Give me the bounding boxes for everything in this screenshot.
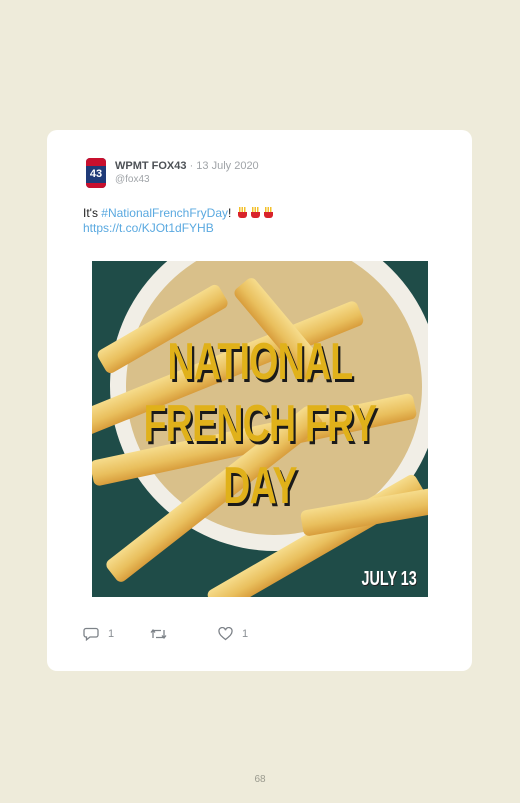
reply-count: 1: [108, 628, 115, 640]
image-title-line: FRENCH FRY: [143, 395, 377, 453]
page-number: 68: [254, 774, 266, 785]
tweet-text: It's #NationalFrenchFryDay! https://t.co…: [83, 206, 274, 236]
avatar[interactable]: 43: [86, 158, 106, 188]
image-title: NATIONAL FRENCH FRY DAY: [92, 331, 428, 517]
french-fries-emoji: [263, 207, 274, 218]
reply-button[interactable]: 1: [83, 627, 114, 641]
french-fries-emoji: [237, 207, 248, 218]
french-fries-emoji: [250, 207, 261, 218]
text-suffix: !: [228, 206, 232, 220]
tweet-link[interactable]: https://t.co/KJOt1dFYHB: [83, 221, 214, 235]
like-count: 1: [242, 628, 249, 640]
reply-icon: [83, 627, 99, 641]
retweet-button[interactable]: [150, 627, 176, 641]
author-handle[interactable]: @fox43: [115, 174, 150, 185]
hashtag-link[interactable]: #NationalFrenchFryDay: [101, 206, 228, 220]
image-title-line: NATIONAL: [167, 333, 354, 391]
image-date: JULY 13: [361, 568, 417, 590]
tweet-card: 43 WPMT FOX43 · 13 July 2020 @fox43 It's…: [47, 130, 472, 671]
retweet-icon: [150, 628, 167, 640]
author-row: WPMT FOX43 · 13 July 2020: [115, 160, 259, 172]
separator: ·: [186, 160, 197, 172]
tweet-image[interactable]: NATIONAL FRENCH FRY DAY JULY 13: [92, 261, 428, 597]
author-name[interactable]: WPMT FOX43: [115, 160, 187, 172]
like-button[interactable]: 1: [218, 627, 248, 641]
heart-icon: [218, 627, 233, 641]
tweet-date[interactable]: 13 July 2020: [196, 160, 258, 172]
text-prefix: It's: [83, 206, 102, 220]
image-title-line: DAY: [223, 457, 297, 515]
avatar-logo-text: 43: [89, 168, 103, 180]
